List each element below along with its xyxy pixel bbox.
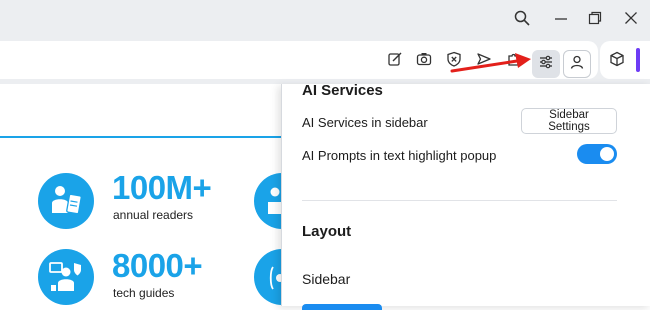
sidebar-option-button[interactable] [302,304,382,310]
cube-icon[interactable] [606,48,628,70]
profile-accent-bar [636,48,640,72]
search-icon[interactable] [512,8,532,28]
sidebar-settings-menu: AI Services AI Services in sidebar Sideb… [281,82,650,310]
stat-label: tech guides [113,286,175,300]
title-bar [0,0,650,36]
reader-icon [38,173,94,229]
guide-icon [38,249,94,305]
restore-icon[interactable] [585,8,605,28]
ai-prompts-label: AI Prompts in text highlight popup [302,148,497,163]
minimize-icon[interactable] [551,8,571,28]
sidebar-settings-button[interactable] [532,50,560,78]
edit-icon[interactable] [384,48,406,70]
profile-button[interactable] [563,50,591,78]
extensions-icon[interactable] [503,48,525,70]
ai-services-in-sidebar-label: AI Services in sidebar [302,115,428,130]
sidebar-settings-open-button[interactable]: Sidebar Settings [521,108,617,134]
browser-toolbar [0,36,650,84]
ai-prompts-toggle[interactable] [577,144,617,164]
toggle-knob [600,147,614,161]
shield-icon[interactable] [443,48,465,70]
extension-area [600,41,650,79]
send-icon[interactable] [473,48,495,70]
sidebar-settings-icon [538,54,554,75]
camera-icon[interactable] [413,48,435,70]
close-icon[interactable] [621,8,641,28]
layout-heading: Layout [302,223,352,240]
stat-number: 100M+ [112,169,212,206]
menu-divider [302,200,617,201]
header-underline [0,136,300,138]
stat-label: annual readers [113,208,194,222]
sidebar-label: Sidebar [302,271,351,287]
ai-services-heading: AI Services [302,82,383,99]
address-bar[interactable] [0,41,598,79]
stat-number: 8000+ [112,247,203,284]
profile-icon [569,54,585,75]
